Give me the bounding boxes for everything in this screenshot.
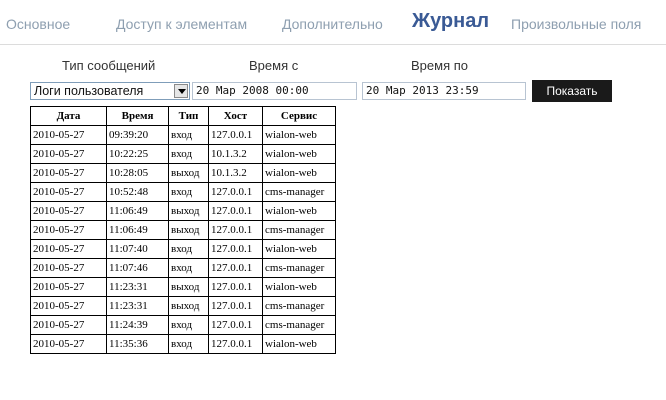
table-row: 2010-05-27 09:39:20 вход 127.0.0.1 wialo… <box>30 125 336 145</box>
tab-journal[interactable]: Журнал <box>412 10 489 33</box>
cell-service: wialon-web <box>262 239 336 259</box>
cell-date: 2010-05-27 <box>30 163 107 183</box>
message-type-value: Логи пользователя <box>34 84 144 98</box>
cell-date: 2010-05-27 <box>30 277 107 297</box>
cell-host: 127.0.0.1 <box>208 239 263 259</box>
cell-host: 127.0.0.1 <box>208 296 263 316</box>
cell-service: cms-manager <box>262 220 336 240</box>
time-from-label: Время с <box>249 58 299 73</box>
cell-host: 127.0.0.1 <box>208 258 263 278</box>
table-header-row: Дата Время Тип Хост Сервис <box>30 106 336 126</box>
table-row: 2010-05-27 10:52:48 вход 127.0.0.1 cms-m… <box>30 182 336 202</box>
cell-date: 2010-05-27 <box>30 239 107 259</box>
cell-time: 11:24:39 <box>106 315 169 335</box>
time-from-input[interactable]: 20 Мар 2008 00:00 <box>192 82 357 100</box>
journal-table: Дата Время Тип Хост Сервис 2010-05-27 09… <box>30 106 336 354</box>
tab-element-access[interactable]: Доступ к элементам <box>116 16 247 32</box>
cell-type: выход <box>168 296 209 316</box>
cell-service: cms-manager <box>262 182 336 202</box>
cell-date: 2010-05-27 <box>30 182 107 202</box>
cell-service: cms-manager <box>262 315 336 335</box>
cell-date: 2010-05-27 <box>30 334 107 354</box>
cell-type: вход <box>168 258 209 278</box>
cell-service: wialon-web <box>262 125 336 145</box>
tab-custom-fields[interactable]: Произвольные поля <box>511 16 641 32</box>
cell-date: 2010-05-27 <box>30 144 107 164</box>
column-header-service: Сервис <box>262 106 336 126</box>
table-row: 2010-05-27 11:07:46 вход 127.0.0.1 cms-m… <box>30 258 336 278</box>
tab-bar: Основное Доступ к элементам Дополнительн… <box>0 0 666 45</box>
cell-service: cms-manager <box>262 296 336 316</box>
message-type-select[interactable]: Логи пользователя <box>30 82 190 100</box>
cell-time: 10:22:25 <box>106 144 169 164</box>
cell-service: wialon-web <box>262 201 336 221</box>
table-row: 2010-05-27 10:28:05 выход 10.1.3.2 wialo… <box>30 163 336 183</box>
cell-host: 127.0.0.1 <box>208 315 263 335</box>
message-type-label: Тип сообщений <box>62 58 156 73</box>
cell-type: вход <box>168 334 209 354</box>
table-row: 2010-05-27 11:06:49 выход 127.0.0.1 wial… <box>30 201 336 221</box>
cell-type: вход <box>168 182 209 202</box>
cell-time: 11:06:49 <box>106 220 169 240</box>
time-to-label: Время по <box>411 58 468 73</box>
cell-host: 127.0.0.1 <box>208 220 263 240</box>
cell-time: 11:07:46 <box>106 258 169 278</box>
time-to-input[interactable]: 20 Мар 2013 23:59 <box>362 82 526 100</box>
cell-host: 127.0.0.1 <box>208 125 263 145</box>
cell-host: 127.0.0.1 <box>208 334 263 354</box>
cell-service: wialon-web <box>262 163 336 183</box>
column-header-type: Тип <box>168 106 209 126</box>
cell-host: 127.0.0.1 <box>208 201 263 221</box>
column-header-date: Дата <box>30 106 107 126</box>
table-row: 2010-05-27 11:23:31 выход 127.0.0.1 wial… <box>30 277 336 297</box>
cell-time: 09:39:20 <box>106 125 169 145</box>
column-header-host: Хост <box>208 106 263 126</box>
table-row: 2010-05-27 11:07:40 вход 127.0.0.1 wialo… <box>30 239 336 259</box>
cell-type: выход <box>168 220 209 240</box>
tab-basic[interactable]: Основное <box>6 16 70 32</box>
cell-date: 2010-05-27 <box>30 296 107 316</box>
cell-type: вход <box>168 125 209 145</box>
cell-service: cms-manager <box>262 258 336 278</box>
table-row: 2010-05-27 11:06:49 выход 127.0.0.1 cms-… <box>30 220 336 240</box>
cell-host: 10.1.3.2 <box>208 144 263 164</box>
cell-time: 11:23:31 <box>106 296 169 316</box>
table-row: 2010-05-27 11:35:36 вход 127.0.0.1 wialo… <box>30 334 336 354</box>
cell-service: wialon-web <box>262 334 336 354</box>
column-header-time: Время <box>106 106 169 126</box>
table-row: 2010-05-27 11:23:31 выход 127.0.0.1 cms-… <box>30 296 336 316</box>
cell-date: 2010-05-27 <box>30 315 107 335</box>
cell-date: 2010-05-27 <box>30 220 107 240</box>
cell-time: 11:23:31 <box>106 277 169 297</box>
cell-time: 11:07:40 <box>106 239 169 259</box>
chevron-down-icon[interactable] <box>174 84 188 98</box>
cell-time: 10:28:05 <box>106 163 169 183</box>
cell-host: 127.0.0.1 <box>208 277 263 297</box>
tab-additional[interactable]: Дополнительно <box>282 16 383 32</box>
cell-time: 10:52:48 <box>106 182 169 202</box>
cell-date: 2010-05-27 <box>30 258 107 278</box>
cell-host: 10.1.3.2 <box>208 163 263 183</box>
cell-host: 127.0.0.1 <box>208 182 263 202</box>
table-row: 2010-05-27 10:22:25 вход 10.1.3.2 wialon… <box>30 144 336 164</box>
cell-type: вход <box>168 239 209 259</box>
cell-type: выход <box>168 163 209 183</box>
cell-date: 2010-05-27 <box>30 201 107 221</box>
table-row: 2010-05-27 11:24:39 вход 127.0.0.1 cms-m… <box>30 315 336 335</box>
cell-time: 11:06:49 <box>106 201 169 221</box>
cell-type: вход <box>168 144 209 164</box>
cell-type: вход <box>168 315 209 335</box>
cell-date: 2010-05-27 <box>30 125 107 145</box>
show-button[interactable]: Показать <box>532 80 612 102</box>
cell-type: выход <box>168 277 209 297</box>
cell-time: 11:35:36 <box>106 334 169 354</box>
cell-service: wialon-web <box>262 144 336 164</box>
cell-service: wialon-web <box>262 277 336 297</box>
cell-type: выход <box>168 201 209 221</box>
